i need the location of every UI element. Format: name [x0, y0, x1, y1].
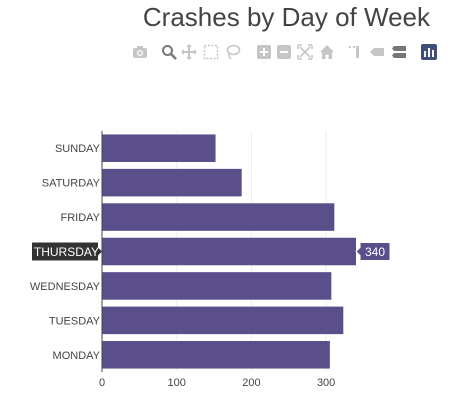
y-tick-label: WEDNESDAY: [30, 281, 101, 293]
bar-chart: 0 100 200 300 MONDAY TUESDAY WEDNESDAY FRIDAY SA…: [30, 131, 391, 389]
bar-monday[interactable]: [102, 341, 330, 369]
bars: [102, 134, 356, 369]
hover-category-label: THURSDAY: [34, 245, 99, 259]
bar-sunday[interactable]: [102, 134, 216, 162]
bar-thursday[interactable]: [102, 237, 356, 266]
y-tick-label: SATURDAY: [42, 178, 101, 190]
bar-saturday[interactable]: [102, 168, 242, 197]
x-tick-label: 300: [317, 377, 335, 389]
y-tick-label: TUESDAY: [49, 315, 101, 327]
y-tick-label: MONDAY: [53, 350, 101, 362]
x-tick-label: 0: [99, 377, 105, 389]
bar-tuesday[interactable]: [102, 306, 344, 335]
y-tick-label: SUNDAY: [55, 143, 101, 155]
bar-friday[interactable]: [102, 203, 335, 231]
y-tick-label: FRIDAY: [60, 212, 100, 224]
bar-wednesday[interactable]: [102, 272, 332, 300]
x-tick-label: 200: [242, 377, 260, 389]
x-tick-label: 100: [168, 377, 186, 389]
hover-value-label: 340: [365, 245, 385, 259]
